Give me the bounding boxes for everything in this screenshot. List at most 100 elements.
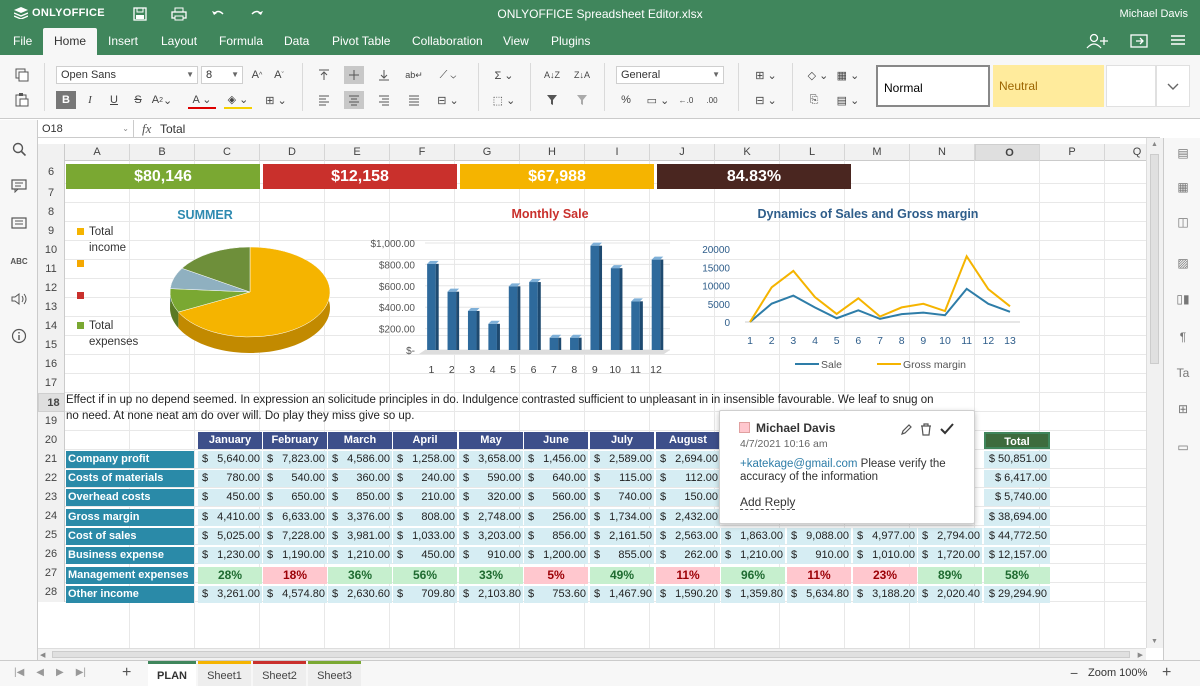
value-cell[interactable]: $780.00 bbox=[198, 470, 262, 487]
justify-icon[interactable] bbox=[404, 91, 424, 109]
value-cell[interactable]: $1,010.00 bbox=[853, 547, 917, 564]
column-header-j[interactable]: J bbox=[650, 144, 715, 161]
value-cell[interactable]: $1,590.20 bbox=[656, 586, 720, 603]
wrap-text-icon[interactable]: ab↵ bbox=[404, 66, 424, 84]
comments-icon[interactable] bbox=[10, 177, 28, 195]
percent-cell[interactable]: 28% bbox=[198, 567, 262, 584]
formula-input[interactable]: Total bbox=[160, 122, 185, 136]
value-cell[interactable]: $855.00 bbox=[590, 547, 654, 564]
percent-cell[interactable]: 96% bbox=[721, 567, 785, 584]
value-cell[interactable]: $1,230.00 bbox=[198, 547, 262, 564]
bar-chart[interactable]: $1,000.00 $800.00 $600.00 $400.00 $200.00 $- 1… bbox=[355, 235, 685, 380]
bar[interactable] bbox=[508, 286, 518, 350]
value-cell[interactable]: $4,410.00 bbox=[198, 509, 262, 526]
italic-icon[interactable]: I bbox=[80, 91, 100, 109]
shape-settings-icon[interactable]: ▨ bbox=[1174, 254, 1192, 272]
row-header-28[interactable]: 28 bbox=[38, 583, 65, 602]
value-cell[interactable]: $2,748.00 bbox=[459, 509, 523, 526]
column-header-d[interactable]: D bbox=[260, 144, 325, 161]
align-top-icon[interactable] bbox=[314, 66, 334, 84]
value-cell[interactable]: $2,103.80 bbox=[459, 586, 523, 603]
font-color-icon[interactable]: A ⌄ bbox=[188, 91, 216, 109]
value-cell[interactable]: $2,794.00 bbox=[918, 528, 982, 545]
value-cell[interactable]: $4,977.00 bbox=[853, 528, 917, 545]
value-cell[interactable]: $1,863.00 bbox=[721, 528, 785, 545]
value-cell[interactable]: $753.60 bbox=[524, 586, 588, 603]
row-header-11[interactable]: 11 bbox=[38, 260, 65, 279]
value-cell[interactable]: $1,467.90 bbox=[590, 586, 654, 603]
value-cell[interactable]: $650.00 bbox=[263, 489, 327, 506]
row-header-6[interactable]: 6 bbox=[38, 161, 65, 184]
bar[interactable] bbox=[427, 263, 436, 350]
row-header-20[interactable]: 20 bbox=[38, 431, 65, 450]
column-header-i[interactable]: I bbox=[585, 144, 650, 161]
chat-icon[interactable] bbox=[10, 215, 28, 233]
value-cell[interactable]: $1,210.00 bbox=[721, 547, 785, 564]
tab-collaboration[interactable]: Collaboration bbox=[401, 28, 494, 55]
tab-pivot-table[interactable]: Pivot Table bbox=[321, 28, 401, 55]
strikethrough-icon[interactable]: S bbox=[128, 91, 148, 109]
bar[interactable] bbox=[467, 310, 477, 350]
value-cell[interactable]: $808.00 bbox=[393, 509, 457, 526]
horizontal-scrollbar[interactable]: ◀ ▶ bbox=[38, 648, 1146, 660]
column-header-f[interactable]: F bbox=[390, 144, 455, 161]
row-header-13[interactable]: 13 bbox=[38, 298, 65, 317]
value-cell[interactable]: $2,020.40 bbox=[918, 586, 982, 603]
value-cell[interactable]: $1,258.00 bbox=[393, 451, 457, 468]
column-header-c[interactable]: C bbox=[195, 144, 260, 161]
bar[interactable] bbox=[529, 282, 538, 350]
sheet-tab-sheet2[interactable]: Sheet2 bbox=[253, 661, 306, 686]
align-right-icon[interactable] bbox=[374, 91, 394, 109]
value-cell[interactable]: $3,203.00 bbox=[459, 528, 523, 545]
bar[interactable] bbox=[651, 259, 661, 350]
align-middle-icon[interactable] bbox=[344, 66, 364, 84]
scroll-left-icon[interactable]: ◀ bbox=[40, 651, 45, 659]
value-cell[interactable]: $4,574.80 bbox=[263, 586, 327, 603]
column-header-k[interactable]: K bbox=[715, 144, 780, 161]
insert-cells-icon[interactable]: ⊞ ⌄ bbox=[752, 66, 780, 84]
next-sheet-icon[interactable]: ▶ bbox=[56, 667, 64, 678]
percent-cell[interactable]: 33% bbox=[459, 567, 523, 584]
pivot-settings-icon[interactable]: ⊞ bbox=[1174, 400, 1192, 418]
percent-icon[interactable]: % bbox=[616, 91, 636, 109]
value-cell[interactable]: $640.00 bbox=[524, 470, 588, 487]
value-cell[interactable]: $850.00 bbox=[328, 489, 392, 506]
add-sheet-icon[interactable]: + bbox=[122, 664, 131, 682]
value-cell[interactable]: $2,694.00 bbox=[656, 451, 720, 468]
value-cell[interactable]: $1,033.00 bbox=[393, 528, 457, 545]
percent-cell[interactable]: 49% bbox=[590, 567, 654, 584]
copy-icon[interactable] bbox=[12, 66, 32, 84]
month-header[interactable]: Total bbox=[984, 432, 1050, 449]
value-cell[interactable]: $740.00 bbox=[590, 489, 654, 506]
last-sheet-icon[interactable]: ▶| bbox=[76, 667, 86, 678]
bold-icon[interactable]: B bbox=[56, 91, 76, 109]
value-cell[interactable]: $5,640.00 bbox=[198, 451, 262, 468]
percent-cell[interactable]: 5% bbox=[524, 567, 588, 584]
delete-cells-icon[interactable]: ⊟ ⌄ bbox=[752, 91, 780, 109]
tab-view[interactable]: View bbox=[492, 28, 540, 55]
column-header-b[interactable]: B bbox=[130, 144, 195, 161]
value-cell[interactable]: $7,823.00 bbox=[263, 451, 327, 468]
tab-file[interactable]: File bbox=[2, 28, 43, 55]
total-cell[interactable]: $ 29,294.90 bbox=[984, 586, 1050, 603]
format-as-table-icon[interactable]: ▤ ⌄ bbox=[834, 91, 862, 109]
row-header-16[interactable]: 16 bbox=[38, 355, 65, 374]
row-header-19[interactable]: 19 bbox=[38, 412, 65, 431]
styles-dropdown[interactable] bbox=[1156, 65, 1190, 107]
value-cell[interactable]: $240.00 bbox=[393, 470, 457, 487]
row-header-25[interactable]: 25 bbox=[38, 526, 65, 545]
row-header-14[interactable]: 14 bbox=[38, 317, 65, 336]
row-header-12[interactable]: 12 bbox=[38, 279, 65, 298]
row-header-15[interactable]: 15 bbox=[38, 336, 65, 355]
bar[interactable] bbox=[447, 291, 457, 350]
search-icon[interactable] bbox=[10, 140, 28, 158]
bar[interactable] bbox=[570, 337, 579, 350]
currency-icon[interactable]: ▭ ⌄ bbox=[644, 91, 672, 109]
value-cell[interactable]: $256.00 bbox=[524, 509, 588, 526]
row-header-21[interactable]: 21 bbox=[38, 450, 65, 469]
column-header-n[interactable]: N bbox=[910, 144, 975, 161]
menu-icon[interactable] bbox=[1170, 33, 1186, 52]
scroll-thumb[interactable] bbox=[52, 651, 1130, 658]
orientation-icon[interactable]: ⟋ ⌄ bbox=[434, 66, 462, 84]
image-settings-icon[interactable]: ◫ bbox=[1174, 213, 1192, 231]
